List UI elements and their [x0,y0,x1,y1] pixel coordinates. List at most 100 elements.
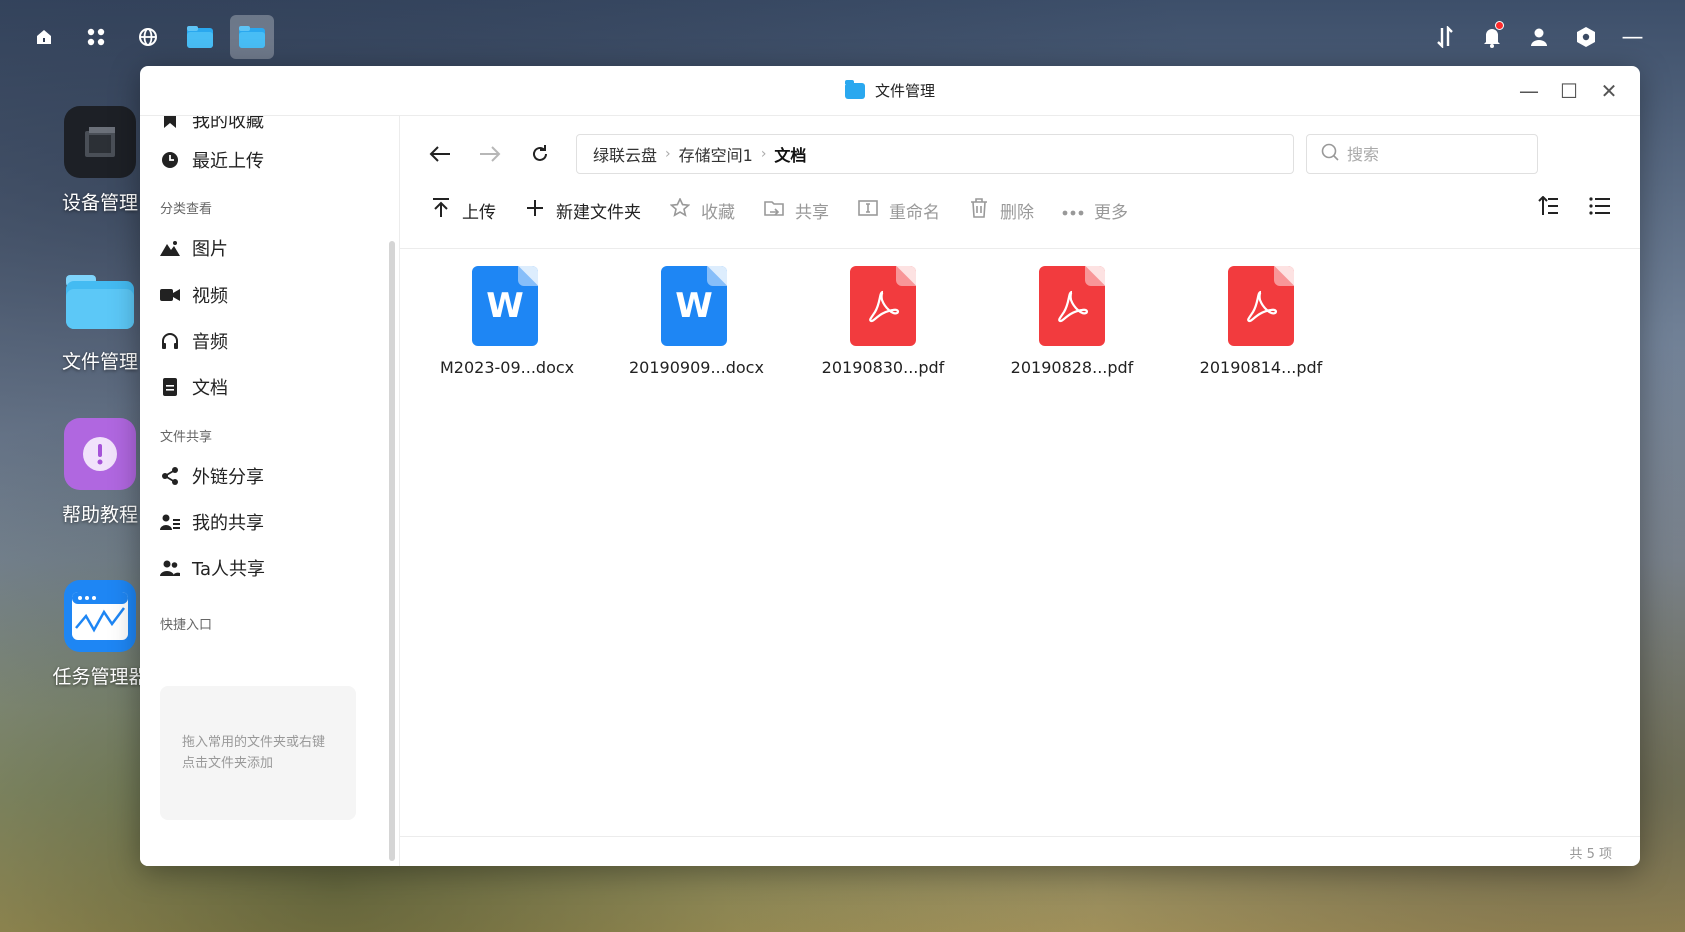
window-titlebar[interactable]: 文件管理 — ☐ ✕ [140,66,1640,116]
document-icon [160,377,180,397]
headphones-icon [160,331,180,351]
delete-button[interactable]: 删除 [968,197,1034,223]
list-view-icon [1589,196,1611,220]
sort-icon [1537,195,1559,221]
taskbar-left [22,15,274,59]
breadcrumb-item[interactable]: 存储空间1 [679,142,753,166]
file-manager-icon[interactable] [178,15,222,59]
share-button[interactable]: 共享 [763,198,829,223]
file-item[interactable]: W 20190909...docx [629,266,764,377]
home-icon[interactable] [22,15,66,59]
forward-button[interactable] [472,136,508,172]
delete-label: 删除 [1000,202,1034,223]
rename-button[interactable]: 重命名 [857,198,940,223]
window-title: 文件管理 [874,82,935,100]
pdf-icon [850,266,916,346]
view-controls [1534,194,1614,222]
bookmark-icon [160,116,180,130]
trash-icon [968,197,990,223]
list-view-button[interactable] [1586,194,1614,222]
search-input[interactable] [1347,144,1517,164]
word-doc-icon: W [472,266,538,346]
sidebar: 我的收藏 最近上传 分类查看 图片 视频 音频 文档 文件共享 外链分享 我的共… [140,116,400,866]
star-icon [669,197,691,222]
status-bar: 共 5 项 [400,836,1640,866]
file-name: 20190909...docx [629,358,764,377]
sidebar-item-label: 音频 [192,332,228,353]
sidebar-item-recent-upload[interactable]: 最近上传 [160,144,264,176]
sidebar-item-my-share[interactable]: 我的共享 [160,506,264,538]
file-item[interactable]: 20190828...pdf [1007,266,1137,377]
clock-icon [160,150,180,170]
folder-icon [844,79,865,99]
nav-row: 绿联云盘 › 存储空间1 › 文档 [400,134,1640,174]
file-manager-active-icon[interactable] [230,15,274,59]
plus-icon [524,199,546,222]
transfer-icon[interactable] [1422,15,1467,59]
file-name: 20190830...pdf [821,358,945,377]
sort-button[interactable] [1534,194,1562,222]
quick-access-dropzone[interactable]: 拖入常用的文件夹或右键点击文件夹添加 [160,686,356,820]
sidebar-item-label: 文档 [192,378,228,399]
minimize-all-button[interactable]: — [1610,15,1655,59]
sidebar-item-favorites[interactable]: 我的收藏 [160,116,264,136]
sidebar-item-label: 外链分享 [192,467,264,488]
breadcrumb-current[interactable]: 文档 [774,142,806,166]
file-name: 20190814...pdf [1199,358,1323,377]
bell-icon[interactable] [1469,15,1514,59]
sidebar-scrollbar[interactable] [389,241,395,861]
sidebar-item-label: 视频 [192,286,228,307]
toolbar: 上传 新建文件夹 收藏 共享 重命名 删除 更多 [430,192,1640,228]
rename-icon [857,199,879,222]
toolbar-divider [400,248,1640,249]
sidebar-item-label: Ta人共享 [192,559,266,580]
file-item[interactable]: W M2023-09...docx [440,266,574,377]
rename-label: 重命名 [889,202,940,223]
favorite-label: 收藏 [701,202,735,223]
file-manager-window: 文件管理 — ☐ ✕ 我的收藏 最近上传 分类查看 图片 视频 音频 文档 文件… [140,66,1640,866]
upload-icon [430,197,452,223]
file-item[interactable]: 20190814...pdf [1196,266,1326,377]
share-label: 共享 [795,202,829,223]
upload-button[interactable]: 上传 [430,197,496,223]
sidebar-item-others-share[interactable]: Ta人共享 [160,552,265,584]
pdf-icon [1039,266,1105,346]
sidebar-item-label: 我的共享 [192,513,264,534]
refresh-button[interactable] [522,136,558,172]
folder-icon [64,265,136,337]
help-icon [64,418,136,490]
sidebar-item-images[interactable]: 图片 [160,232,228,264]
section-title-quick: 快捷入口 [160,618,213,633]
quick-access-hint: 拖入常用的文件夹或右键点击文件夹添加 [182,735,326,771]
chevron-right-icon: › [665,146,671,162]
breadcrumb-item[interactable]: 绿联云盘 [593,142,657,166]
more-button[interactable]: 更多 [1062,198,1128,223]
more-dots-icon [1062,199,1084,221]
new-folder-button[interactable]: 新建文件夹 [524,198,641,223]
sidebar-item-documents[interactable]: 文档 [160,371,228,403]
word-doc-icon: W [661,266,727,346]
back-button[interactable] [422,136,458,172]
sidebar-item-videos[interactable]: 视频 [160,279,228,311]
close-button[interactable]: ✕ [1596,78,1622,104]
favorite-button[interactable]: 收藏 [669,197,735,223]
search-box[interactable] [1306,134,1538,174]
sidebar-item-link-share[interactable]: 外链分享 [160,460,264,492]
user-list-icon [160,512,180,532]
task-manager-icon [64,580,136,652]
apps-grid-icon[interactable] [74,15,118,59]
main-panel: 绿联云盘 › 存储空间1 › 文档 上传 [400,116,1640,866]
breadcrumb: 绿联云盘 › 存储空间1 › 文档 [576,134,1294,174]
globe-icon[interactable] [126,15,170,59]
settings-hex-icon[interactable] [1563,15,1608,59]
share-nodes-icon [160,466,180,486]
device-manager-icon [64,106,136,178]
user-icon[interactable] [1516,15,1561,59]
sidebar-item-audio[interactable]: 音频 [160,325,228,357]
chevron-right-icon: › [760,146,767,162]
maximize-button[interactable]: ☐ [1556,78,1582,104]
file-item[interactable]: 20190830...pdf [818,266,948,377]
sidebar-item-label: 最近上传 [192,151,264,172]
more-label: 更多 [1094,202,1128,223]
minimize-button[interactable]: — [1516,78,1542,104]
